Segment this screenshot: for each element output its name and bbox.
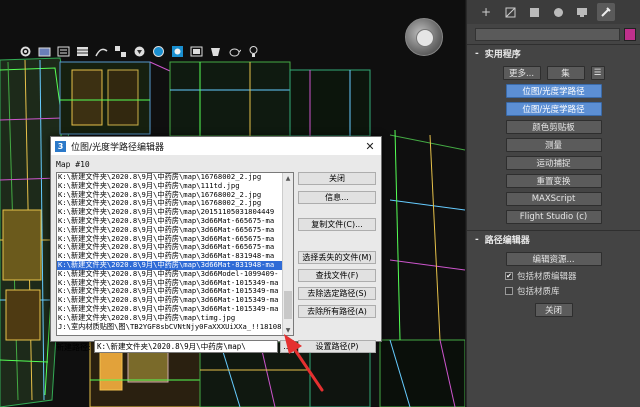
utility-button[interactable]: 测量 <box>505 138 602 152</box>
sets-button[interactable]: 集 <box>546 66 585 80</box>
panel-tabs: + <box>467 0 640 24</box>
utility-row: 颜色剪贴板 <box>467 120 640 134</box>
path-editor-close-row: 关闭 <box>467 303 640 317</box>
gear-icon[interactable] <box>18 44 33 59</box>
utilities-title: 实用程序 <box>484 50 521 60</box>
render-frame-icon[interactable] <box>189 44 204 59</box>
utility-button[interactable]: MAXScript <box>505 192 602 206</box>
object-color-swatch[interactable] <box>624 27 636 41</box>
utility-button[interactable]: 重置变换 <box>505 174 602 188</box>
utility-row: 重置变换 <box>467 174 640 188</box>
object-name-field[interactable] <box>475 27 620 41</box>
path-editor-dialog: 3 位图/光度学路径编辑器 ✕ Map #10 K:\新建文件夹\2020.8\… <box>50 136 382 353</box>
snapshot-icon[interactable] <box>132 44 147 59</box>
map-label: Map #10 <box>56 160 90 169</box>
command-panel: + - 实用程序 更多... 集 ☰ 位图/光度学路径 位图/光度学路径 颜色剪贴板… <box>466 0 640 407</box>
viewport-toolbar <box>0 40 340 62</box>
scroll-up-icon[interactable]: ▲ <box>283 173 293 183</box>
include-material-library-row[interactable]: 包括材质库 <box>467 285 640 297</box>
create-icon[interactable]: + <box>477 3 495 21</box>
strip-all-button[interactable]: 去除所有路径(A) <box>298 305 376 318</box>
close-icon[interactable]: ✕ <box>363 139 377 153</box>
dialog-body: Map #10 K:\新建文件夹\2020.8\9月\中药房\map\16768… <box>51 155 381 353</box>
utility-row: 位图/光度学路径 <box>467 84 640 98</box>
utility-button[interactable]: 运动捕捉 <box>505 156 602 170</box>
more-button[interactable]: 更多... <box>502 66 541 80</box>
render-setup-icon[interactable] <box>37 44 52 59</box>
display-icon[interactable] <box>573 3 591 21</box>
path-editor-rollout-header[interactable]: - 路径编辑器 <box>467 230 640 248</box>
path-list-item[interactable]: J:\室内材质贴图\图\TB2YGF8sbCVNtNjy0FaXXXUiXXa_… <box>57 322 282 332</box>
render-icon[interactable] <box>208 44 223 59</box>
copy-files-button[interactable]: 复制文件(C)... <box>298 218 376 231</box>
include-material-library-checkbox[interactable] <box>505 287 513 295</box>
schematic-icon[interactable] <box>113 44 128 59</box>
dialog-titlebar[interactable]: 3 位图/光度学路径编辑器 <box>51 137 381 155</box>
modify-icon[interactable] <box>501 3 519 21</box>
utilities-icon[interactable] <box>597 3 615 21</box>
strip-selected-button[interactable]: 去除选定路径(S) <box>298 287 376 300</box>
close-button[interactable]: 关闭 <box>298 172 376 185</box>
utility-row: 运动捕捉 <box>467 156 640 170</box>
utilities-rollout-header[interactable]: - 实用程序 <box>467 44 640 62</box>
edit-resources-button[interactable]: 编辑资源... <box>505 252 602 266</box>
collapse-icon: - <box>475 234 479 245</box>
curve-editor-icon[interactable] <box>94 44 109 59</box>
hierarchy-icon[interactable] <box>525 3 543 21</box>
slate-material-icon[interactable] <box>170 44 185 59</box>
path-editor-title: 路径编辑器 <box>484 236 530 246</box>
find-files-button[interactable]: 查找文件(F) <box>298 269 376 282</box>
utility-button[interactable]: 位图/光度学路径 <box>505 84 602 98</box>
material-editor-icon[interactable] <box>151 44 166 59</box>
list-scrollbar[interactable]: ▲ ▼ <box>282 173 293 335</box>
path-list: K:\新建文件夹\2020.8\9月\中药房\map\16768002_2.jp… <box>57 173 282 335</box>
teapot-icon[interactable] <box>227 44 242 59</box>
scene-explorer-icon[interactable] <box>56 44 71 59</box>
include-material-editor-row[interactable]: ✔ 包括材质编辑器 <box>467 270 640 282</box>
scroll-down-icon[interactable]: ▼ <box>283 325 293 335</box>
app-logo-icon: 3 <box>55 140 66 152</box>
include-material-editor-label: 包括材质编辑器 <box>517 272 577 282</box>
utilities-top-row: 更多... 集 ☰ <box>467 66 640 80</box>
new-path-field[interactable]: K:\新建文件夹\2020.8\9月\中药房\map\ <box>94 340 278 353</box>
utility-row: Flight Studio (c) <box>467 210 640 224</box>
include-material-editor-checkbox[interactable]: ✔ <box>505 272 513 280</box>
utility-button[interactable]: Flight Studio (c) <box>505 210 602 224</box>
motion-icon[interactable] <box>549 3 567 21</box>
info-button[interactable]: 信息... <box>298 191 376 204</box>
light-bulb-icon[interactable] <box>246 44 261 59</box>
viewcube-gizmo[interactable] <box>405 18 443 56</box>
name-row <box>467 24 640 44</box>
panel-close-button[interactable]: 关闭 <box>534 303 573 317</box>
utility-button[interactable]: 颜色剪贴板 <box>505 120 602 134</box>
utility-button[interactable]: 位图/光度学路径 <box>505 102 602 116</box>
utility-row: 位图/光度学路径 <box>467 102 640 116</box>
path-listbox[interactable]: K:\新建文件夹\2020.8\9月\中药房\map\16768002_2.jp… <box>56 172 294 336</box>
configure-sets-icon[interactable]: ☰ <box>590 66 605 80</box>
scroll-thumb[interactable] <box>284 291 292 319</box>
new-path-label: 新建路径: <box>56 343 91 352</box>
select-missing-button[interactable]: 选择丢失的文件(M) <box>298 251 376 264</box>
layer-icon[interactable] <box>75 44 90 59</box>
edit-resources-row: 编辑资源... <box>467 252 640 266</box>
collapse-icon: - <box>475 48 479 59</box>
dialog-title: 位图/光度学路径编辑器 <box>71 142 165 153</box>
include-material-library-label: 包括材质库 <box>517 287 560 297</box>
browse-button[interactable]: ... <box>280 340 294 353</box>
utility-row: 测量 <box>467 138 640 152</box>
utilities-list: 位图/光度学路径 位图/光度学路径 颜色剪贴板测量运动捕捉重置变换 MAXScript… <box>467 84 640 224</box>
utility-row: MAXScript <box>467 192 640 206</box>
set-path-button[interactable]: 设置路径(P) <box>298 340 376 353</box>
